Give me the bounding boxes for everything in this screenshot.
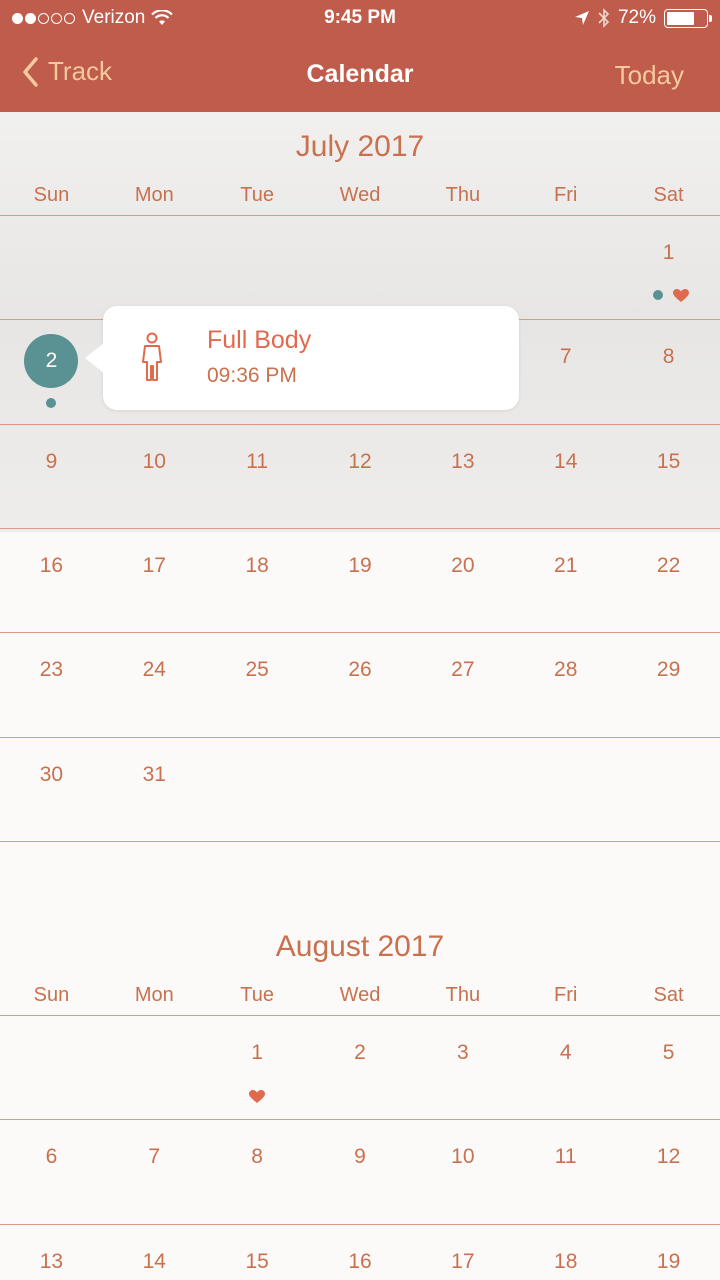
day-cell[interactable]: 7 <box>103 1119 206 1222</box>
weekday-label: Sat <box>653 984 684 1006</box>
weekday-label: Mon <box>134 184 174 206</box>
day-cell[interactable]: 11 <box>514 1119 617 1222</box>
day-cell[interactable]: 30 <box>0 737 103 840</box>
heart-icon <box>672 289 689 308</box>
day-cell[interactable]: 18 <box>514 1224 617 1280</box>
weekday-label: Sun <box>33 184 70 206</box>
page-title: Calendar <box>306 60 414 88</box>
today-button[interactable]: Today <box>615 60 684 91</box>
weekday-label: Tue <box>240 184 274 206</box>
day-cell[interactable]: 1 <box>617 215 720 318</box>
day-cell[interactable]: 9 <box>309 1119 412 1222</box>
day-cell[interactable]: 6 <box>0 1119 103 1222</box>
day-cell[interactable]: 18 <box>206 528 309 631</box>
popup-time: 09:36 PM <box>207 364 297 387</box>
day-cell[interactable]: 11 <box>206 424 309 527</box>
weekday-label: Thu <box>445 184 481 206</box>
weekday-label: Wed <box>339 984 381 1006</box>
weekday-label: Tue <box>240 984 274 1006</box>
day-cell[interactable]: 19 <box>617 1224 720 1280</box>
day-cell[interactable]: 16 <box>0 528 103 631</box>
day-cell[interactable]: 27 <box>411 632 514 735</box>
weekday-label: Mon <box>134 984 174 1006</box>
battery-fill <box>667 11 695 25</box>
day-cell[interactable]: 4 <box>514 1015 617 1118</box>
day-cell[interactable]: 8 <box>206 1119 309 1222</box>
nav-bar: Track Calendar Today <box>0 36 720 112</box>
day-cell[interactable]: 7 <box>514 319 617 422</box>
day-cell[interactable]: 15 <box>206 1224 309 1280</box>
day-cell[interactable]: 22 <box>617 528 720 631</box>
day-cell[interactable]: 12 <box>309 424 412 527</box>
day-cell[interactable]: 15 <box>617 424 720 527</box>
location-arrow-icon <box>574 11 589 25</box>
day-cell[interactable]: 23 <box>0 632 103 735</box>
day-cell[interactable]: 14 <box>514 424 617 527</box>
workout-popup[interactable]: Full Body 09:36 PM <box>85 306 519 410</box>
battery-icon <box>664 8 712 28</box>
event-dot-icon <box>652 290 663 300</box>
day-cell[interactable]: 2 <box>309 1015 412 1118</box>
body-figure-icon <box>142 332 162 381</box>
day-cell[interactable]: 20 <box>411 528 514 631</box>
weekday-header: Sun Mon Tue Wed Thu Fri Sat <box>0 184 720 224</box>
week-divider <box>0 215 720 216</box>
day-cell[interactable]: 8 <box>617 319 720 422</box>
day-cell[interactable]: 12 <box>617 1119 720 1222</box>
status-bar: Verizon 9:45 PM 72% <box>0 0 720 36</box>
day-cell[interactable]: 28 <box>514 632 617 735</box>
day-cell[interactable]: 19 <box>309 528 412 631</box>
day-cell[interactable]: 5 <box>617 1015 720 1118</box>
month-title: August 2017 <box>275 930 445 963</box>
popup-arrow <box>85 342 105 374</box>
day-cell[interactable]: 25 <box>206 632 309 735</box>
day-cell[interactable]: 31 <box>103 737 206 840</box>
day-cell[interactable]: 17 <box>411 1224 514 1280</box>
battery-percent: 72% <box>617 7 656 28</box>
day-cell[interactable]: 17 <box>103 528 206 631</box>
header: Verizon 9:45 PM 72% Track Calendar Today <box>0 0 720 112</box>
day-cell[interactable]: 26 <box>309 632 412 735</box>
day-cell[interactable]: 29 <box>617 632 720 735</box>
day-cell[interactable]: 13 <box>411 424 514 527</box>
heart-icon <box>249 1090 266 1109</box>
day-cell[interactable]: 13 <box>0 1224 103 1280</box>
day-cell[interactable]: 24 <box>103 632 206 735</box>
day-cell[interactable]: 3 <box>411 1015 514 1118</box>
bluetooth-icon <box>598 8 610 28</box>
weekday-label: Thu <box>445 984 481 1006</box>
status-right: 72% <box>574 7 712 29</box>
day-cell[interactable]: 9 <box>0 424 103 527</box>
weekday-label: Fri <box>554 184 578 206</box>
week-divider <box>0 840 720 842</box>
day-cell[interactable]: 10 <box>103 424 206 527</box>
weekday-label: Sat <box>653 184 684 206</box>
day-cell[interactable]: 21 <box>514 528 617 631</box>
weekday-label: Wed <box>339 184 381 206</box>
day-cell[interactable]: 10 <box>411 1119 514 1222</box>
day-cell[interactable]: 16 <box>309 1224 412 1280</box>
month-title: July 2017 <box>295 130 425 163</box>
weekday-label: Fri <box>554 984 578 1006</box>
popup-title: Full Body <box>207 326 312 354</box>
weekday-label: Sun <box>33 984 70 1006</box>
day-cell[interactable]: 14 <box>103 1224 206 1280</box>
